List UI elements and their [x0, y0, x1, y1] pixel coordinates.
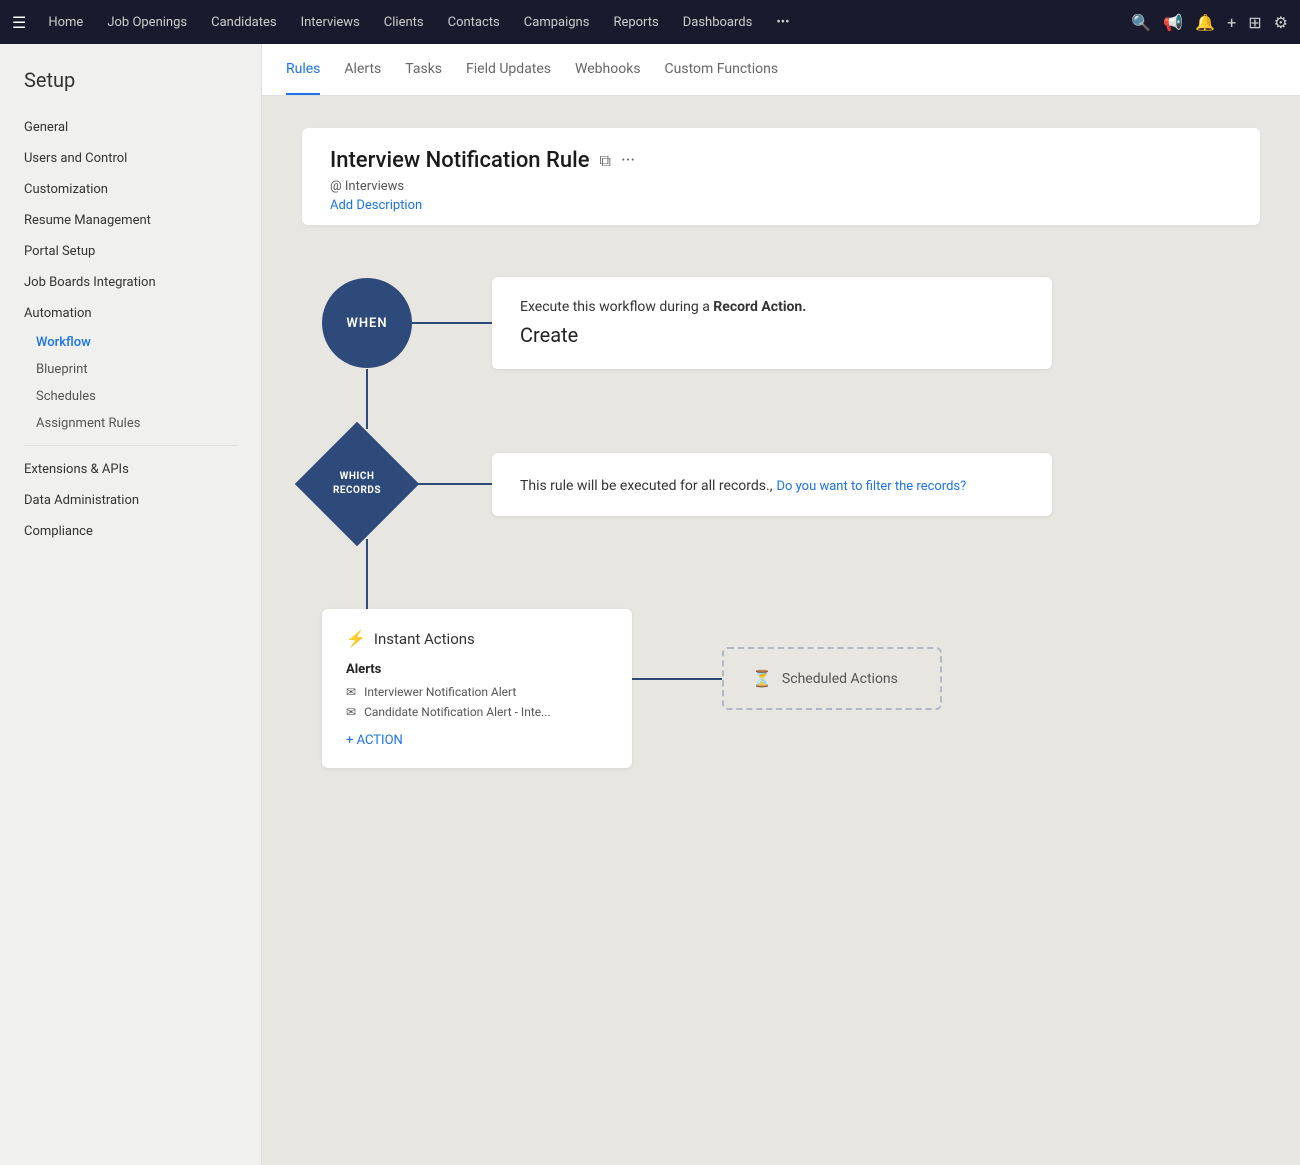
add-description-link[interactable]: Add Description — [330, 198, 1232, 213]
tab-alerts[interactable]: Alerts — [344, 45, 381, 95]
when-row: WHEN Execute this workflow during a Reco… — [302, 277, 1260, 369]
rule-title-row: Interview Notification Rule ⧉ ··· — [330, 148, 1232, 173]
hourglass-icon: ⏳ — [752, 669, 772, 688]
instant-actions-title: ⚡ Instant Actions — [346, 629, 608, 648]
canvas-area: Interview Notification Rule ⧉ ··· @ Inte… — [262, 96, 1300, 1165]
settings-icon[interactable]: ⚙ — [1274, 13, 1288, 32]
app-body: Setup General Users and Control Customiz… — [0, 44, 1300, 1165]
nav-reports[interactable]: Reports — [603, 11, 668, 34]
tab-webhooks[interactable]: Webhooks — [575, 45, 641, 95]
which-records-label: WHICHRECORDS — [333, 470, 381, 498]
scheduled-actions-label: Scheduled Actions — [782, 671, 898, 687]
alerts-section-title: Alerts — [346, 662, 608, 677]
sidebar-item-customization[interactable]: Customization — [0, 174, 261, 205]
copy-icon[interactable]: ⧉ — [600, 151, 611, 171]
notifications-icon[interactable]: 📢 — [1163, 13, 1183, 32]
nav-clients[interactable]: Clients — [374, 11, 434, 34]
sidebar-item-data-administration[interactable]: Data Administration — [0, 485, 261, 516]
sidebar-sub-schedules[interactable]: Schedules — [0, 383, 261, 410]
which-connector-line — [412, 483, 492, 485]
nav-dashboards[interactable]: Dashboards — [673, 11, 763, 34]
when-connector-line — [412, 322, 492, 324]
nav-home[interactable]: Home — [38, 11, 93, 34]
main-content: Rules Alerts Tasks Field Updates Webhook… — [262, 44, 1300, 1165]
nav-campaigns[interactable]: Campaigns — [514, 11, 600, 34]
workflow-diagram: WHEN Execute this workflow during a Reco… — [302, 257, 1260, 788]
tab-rules[interactable]: Rules — [286, 45, 320, 95]
tab-field-updates[interactable]: Field Updates — [466, 45, 551, 95]
when-card-text: Execute this workflow during a Record Ac… — [520, 299, 1024, 315]
more-options-icon[interactable]: ··· — [621, 150, 635, 171]
h-connector-line — [632, 678, 722, 680]
mail-icon-1: ✉ — [346, 685, 356, 699]
when-text-prefix: Execute this workflow during a — [520, 299, 713, 315]
sidebar-item-job-boards[interactable]: Job Boards Integration — [0, 267, 261, 298]
nav-icon-group: 🔍 📢 🔔 + ⊞ ⚙ — [1131, 13, 1288, 32]
sidebar-item-portal-setup[interactable]: Portal Setup — [0, 236, 261, 267]
alert-item-2[interactable]: ✉ Candidate Notification Alert - Inte... — [346, 705, 608, 719]
sidebar-item-general[interactable]: General — [0, 112, 261, 143]
add-icon[interactable]: + — [1227, 13, 1236, 32]
scheduled-actions-card[interactable]: ⏳ Scheduled Actions — [722, 647, 942, 710]
sidebar-item-extensions-apis[interactable]: Extensions & APIs — [0, 454, 261, 485]
filter-records-link[interactable]: Do you want to filter the records? — [776, 479, 966, 494]
tab-custom-functions[interactable]: Custom Functions — [665, 45, 779, 95]
lightning-icon: ⚡ — [346, 629, 366, 648]
rule-title: Interview Notification Rule — [330, 148, 590, 173]
hamburger-menu[interactable]: ☰ — [12, 13, 26, 32]
which-records-row: WHICHRECORDS This rule will be executed … — [302, 429, 1260, 539]
sidebar-title: Setup — [0, 68, 261, 112]
nav-candidates[interactable]: Candidates — [201, 11, 286, 34]
when-node[interactable]: WHEN — [322, 278, 412, 368]
sidebar-item-resume-management[interactable]: Resume Management — [0, 205, 261, 236]
nav-more[interactable]: ••• — [766, 11, 799, 34]
actions-row: ⚡ Instant Actions Alerts ✉ Interviewer N… — [302, 609, 1260, 768]
sidebar-sub-blueprint[interactable]: Blueprint — [0, 356, 261, 383]
top-navigation: ☰ Home Job Openings Candidates Interview… — [0, 0, 1300, 44]
mail-icon-2: ✉ — [346, 705, 356, 719]
alert-label-2: Candidate Notification Alert - Inte... — [364, 705, 551, 719]
nav-contacts[interactable]: Contacts — [438, 11, 510, 34]
h-connector-group: ⏳ Scheduled Actions — [632, 647, 942, 710]
v-connector-1 — [366, 369, 368, 429]
v-connector-2 — [366, 539, 368, 609]
sidebar-sub-workflow[interactable]: Workflow — [0, 329, 261, 356]
when-card-value: Create — [520, 323, 1024, 347]
search-icon[interactable]: 🔍 — [1131, 13, 1151, 32]
add-action-button[interactable]: + ACTION — [346, 733, 608, 748]
which-records-node[interactable]: WHICHRECORDS — [302, 429, 412, 539]
sidebar-item-automation[interactable]: Automation — [0, 298, 261, 329]
sidebar-separator — [24, 445, 237, 446]
instant-actions-label: Instant Actions — [374, 630, 475, 648]
tab-tasks[interactable]: Tasks — [405, 45, 442, 95]
alert-label-1: Interviewer Notification Alert — [364, 685, 516, 699]
diamond-label: WHICHRECORDS — [302, 429, 412, 539]
bell-icon[interactable]: 🔔 — [1195, 13, 1215, 32]
apps-icon[interactable]: ⊞ — [1248, 13, 1261, 32]
which-records-card[interactable]: This rule will be executed for all recor… — [492, 453, 1052, 516]
sidebar: Setup General Users and Control Customiz… — [0, 44, 262, 1165]
sidebar-item-users-control[interactable]: Users and Control — [0, 143, 261, 174]
rule-info-section: Interview Notification Rule ⧉ ··· @ Inte… — [302, 128, 1260, 225]
nav-interviews[interactable]: Interviews — [291, 11, 370, 34]
nav-job-openings[interactable]: Job Openings — [97, 11, 197, 34]
alert-item-1[interactable]: ✉ Interviewer Notification Alert — [346, 685, 608, 699]
when-card[interactable]: Execute this workflow during a Record Ac… — [492, 277, 1052, 369]
rule-subtitle: @ Interviews — [330, 179, 1232, 194]
sidebar-item-compliance[interactable]: Compliance — [0, 516, 261, 547]
which-records-text: This rule will be executed for all recor… — [520, 478, 772, 494]
when-text-bold: Record Action. — [713, 299, 806, 315]
tabs-bar: Rules Alerts Tasks Field Updates Webhook… — [262, 44, 1300, 96]
instant-actions-card: ⚡ Instant Actions Alerts ✉ Interviewer N… — [322, 609, 632, 768]
sidebar-sub-assignment-rules[interactable]: Assignment Rules — [0, 410, 261, 437]
